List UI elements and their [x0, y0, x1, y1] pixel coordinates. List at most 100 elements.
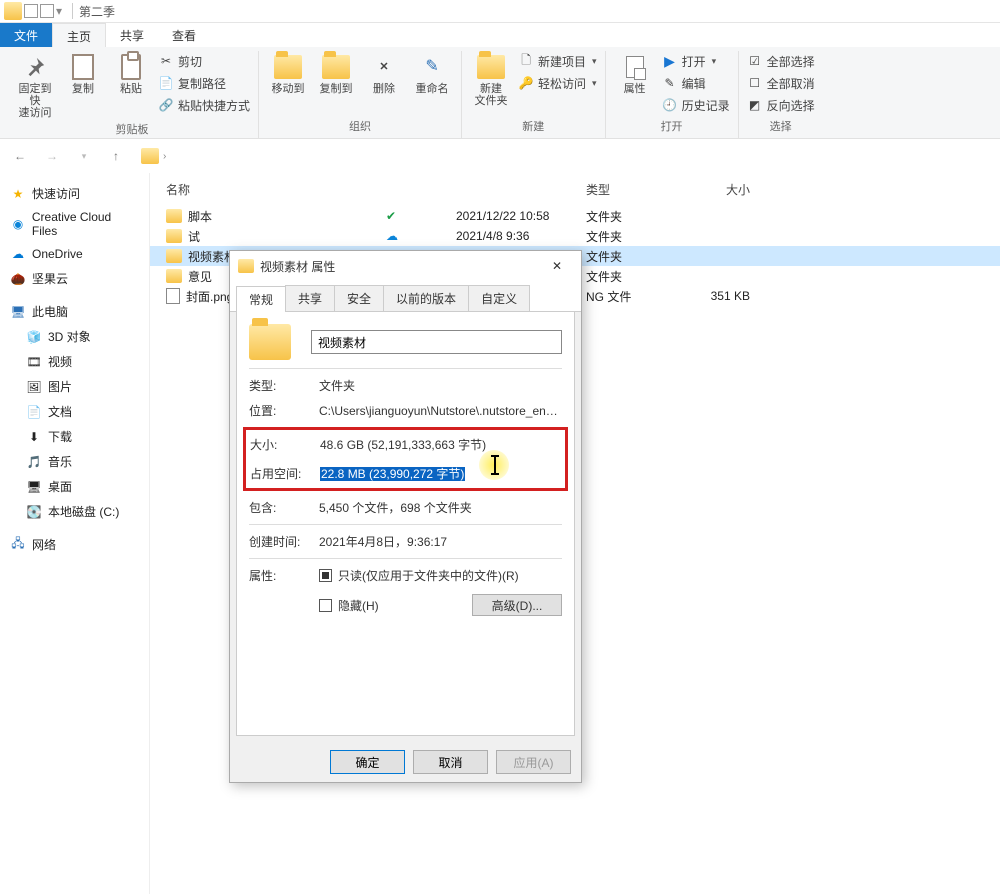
qat-dropdown-icon[interactable]: ▾	[56, 4, 62, 18]
file-name: 意见	[188, 268, 212, 285]
recent-dropdown[interactable]: ▾	[72, 144, 96, 168]
col-type[interactable]: 类型	[578, 179, 678, 200]
cut-button[interactable]: ✂剪切	[158, 51, 250, 71]
tab-view[interactable]: 查看	[158, 23, 210, 47]
file-date: 2021/12/22 10:58	[448, 209, 578, 223]
readonly-checkbox[interactable]	[319, 569, 332, 582]
pin-quickaccess-button[interactable]: 固定到快 速访问	[14, 51, 56, 119]
sidebar-item-cdrive[interactable]: 💽本地磁盘 (C:)	[0, 499, 149, 524]
folder-new-icon	[477, 55, 505, 79]
label-attributes: 属性:	[249, 567, 319, 584]
rename-button[interactable]: ✎重命名	[411, 51, 453, 95]
paste-shortcut-button[interactable]: 🔗粘贴快捷方式	[158, 95, 250, 115]
copy-button[interactable]: 复制	[62, 51, 104, 95]
tab-share[interactable]: 共享	[106, 23, 158, 47]
file-row[interactable]: 试☁2021/4/8 9:36文件夹	[150, 226, 1000, 246]
sidebar-item-documents[interactable]: 📄文档	[0, 399, 149, 424]
hidden-label: 隐藏(H)	[338, 597, 379, 614]
sidebar-item-desktop[interactable]: 🖥桌面	[0, 474, 149, 499]
ok-button[interactable]: 确定	[330, 750, 405, 774]
sidebar-item-onedrive[interactable]: ☁OneDrive	[0, 242, 149, 266]
label-location: 位置:	[249, 402, 319, 419]
select-all-button[interactable]: ☑全部选择	[747, 51, 815, 71]
folder-icon	[166, 249, 182, 263]
sidebar-item-3d[interactable]: 🧊3D 对象	[0, 324, 149, 349]
sidebar-item-music[interactable]: 🎵音乐	[0, 449, 149, 474]
properties-button[interactable]: 属性	[614, 51, 656, 95]
star-icon: ★	[10, 186, 26, 202]
properties-dialog: 视频素材 属性 ✕ 常规 共享 安全 以前的版本 自定义 类型:文件夹 位置:C…	[229, 250, 582, 783]
title-bar: ▾ 第二季	[0, 0, 1000, 23]
address-bar[interactable]: ›	[136, 144, 171, 168]
creative-cloud-icon: ◉	[10, 216, 26, 232]
pin-icon	[24, 56, 46, 78]
path-icon: 📄	[158, 75, 174, 91]
new-item-button[interactable]: 🗋新建项目▾	[518, 51, 597, 71]
sidebar-item-nutstore[interactable]: 🌰坚果云	[0, 266, 149, 291]
file-row[interactable]: 脚本✔2021/12/22 10:58文件夹	[150, 206, 1000, 226]
copy-to-button[interactable]: 复制到	[315, 51, 357, 95]
video-icon: 🎞	[26, 354, 42, 370]
new-item-icon: 🗋	[518, 53, 534, 69]
window-title: 第二季	[79, 3, 115, 20]
sidebar-item-ccf[interactable]: ◉Creative Cloud Files	[0, 206, 149, 242]
dialog-tabs: 常规 共享 安全 以前的版本 自定义	[230, 281, 581, 312]
tab-security[interactable]: 安全	[334, 285, 384, 311]
nav-bar: ← → ▾ ↑ ›	[0, 139, 1000, 173]
chevron-down-icon: ▾	[712, 56, 717, 67]
advanced-button[interactable]: 高级(D)...	[472, 594, 562, 616]
cancel-button[interactable]: 取消	[413, 750, 488, 774]
select-all-icon: ☑	[747, 53, 763, 69]
up-button[interactable]: ↑	[104, 144, 128, 168]
value-attributes: 只读(仅应用于文件夹中的文件)(R) 隐藏(H) 高级(D)...	[319, 567, 562, 616]
qat-checkbox[interactable]	[24, 4, 38, 18]
col-name[interactable]: 名称	[158, 179, 378, 200]
open-button[interactable]: ▶打开▾	[662, 51, 730, 71]
col-size[interactable]: 大小	[678, 179, 758, 200]
copy-path-button[interactable]: 📄复制路径	[158, 73, 250, 93]
new-folder-button[interactable]: 新建 文件夹	[470, 51, 512, 107]
tab-home[interactable]: 主页	[52, 23, 106, 47]
paste-button[interactable]: 粘贴	[110, 51, 152, 95]
move-to-button[interactable]: 移动到	[267, 51, 309, 95]
hidden-checkbox[interactable]	[319, 599, 332, 612]
sidebar-item-network[interactable]: 🖧网络	[0, 532, 149, 557]
history-button[interactable]: 🕘历史记录	[662, 95, 730, 115]
tab-custom[interactable]: 自定义	[468, 285, 530, 311]
back-button[interactable]: ←	[8, 144, 32, 168]
properties-icon	[626, 56, 644, 78]
apply-button[interactable]: 应用(A)	[496, 750, 571, 774]
sync-ok-icon: ✔	[386, 209, 396, 223]
file-type: 文件夹	[578, 268, 678, 285]
tab-general[interactable]: 常规	[236, 286, 286, 312]
sidebar-item-quickaccess[interactable]: ★快速访问	[0, 181, 149, 206]
sidebar-item-downloads[interactable]: ⬇下载	[0, 424, 149, 449]
tab-previous-versions[interactable]: 以前的版本	[383, 285, 469, 311]
dialog-titlebar[interactable]: 视频素材 属性 ✕	[230, 251, 581, 281]
sidebar-item-thispc[interactable]: 🖥此电脑	[0, 299, 149, 324]
network-icon: 🖧	[10, 537, 26, 553]
label-created: 创建时间:	[249, 533, 319, 550]
sidebar-item-video[interactable]: 🎞视频	[0, 349, 149, 374]
forward-button[interactable]: →	[40, 144, 64, 168]
file-type: 文件夹	[578, 248, 678, 265]
select-none-button[interactable]: ☐全部取消	[747, 73, 815, 93]
history-icon: 🕘	[662, 97, 678, 113]
column-headers[interactable]: 名称 状态 修改日期 类型 大小	[150, 173, 1000, 206]
edit-button[interactable]: ✎编辑	[662, 73, 730, 93]
selected-text[interactable]: 22.8 MB (23,990,272 字节)	[320, 467, 465, 481]
invert-selection-button[interactable]: ◩反向选择	[747, 95, 815, 115]
easy-access-button[interactable]: 🔑轻松访问▾	[518, 73, 597, 93]
tab-share[interactable]: 共享	[285, 285, 335, 311]
delete-button[interactable]: ✕删除	[363, 51, 405, 95]
ribbon-group-organize: 移动到 复制到 ✕删除 ✎重命名 组织	[259, 51, 462, 138]
app-icon	[4, 2, 22, 20]
sidebar-item-pictures[interactable]: 🖼图片	[0, 374, 149, 399]
disk-icon: 💽	[26, 504, 42, 520]
folder-name-input[interactable]	[311, 330, 562, 354]
open-icon: ▶	[662, 53, 678, 69]
qat-checkbox-2[interactable]	[40, 4, 54, 18]
tab-file[interactable]: 文件	[0, 23, 52, 47]
folder-icon	[166, 209, 182, 223]
close-button[interactable]: ✕	[537, 252, 577, 280]
